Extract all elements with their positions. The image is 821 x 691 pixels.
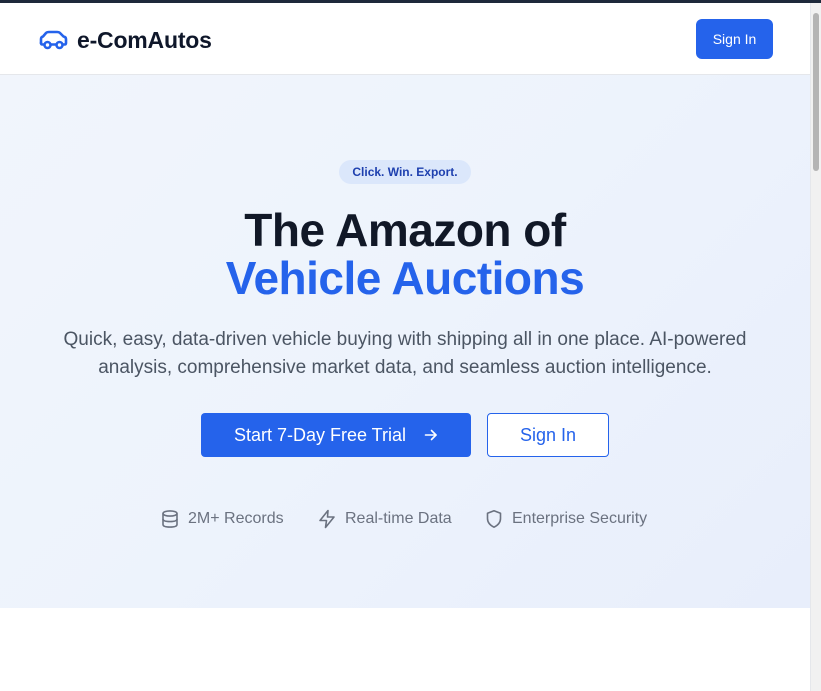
database-icon: [162, 510, 178, 528]
brand-name: e-ComAutos: [77, 26, 212, 53]
headline-line-2: Vehicle Auctions: [225, 252, 585, 304]
lightning-icon: [319, 509, 335, 529]
feature-security: Enterprise Security: [484, 508, 647, 530]
feature-realtime-label: Real-time Data: [345, 510, 452, 527]
feature-records: 2M+ Records: [160, 508, 284, 530]
hero-section: Click. Win. Export. The Amazon of Vehicl…: [0, 75, 810, 608]
page: e-ComAutos Sign In Click. Win. Export. T…: [0, 3, 810, 691]
car-icon: [39, 30, 68, 50]
navbar: e-ComAutos Sign In: [0, 3, 810, 75]
feature-records-label: 2M+ Records: [188, 510, 284, 527]
feature-list: 2M+ Records Real-time Data Enterprise Se…: [0, 508, 810, 530]
feature-realtime: Real-time Data: [317, 508, 452, 530]
subtitle-line-1: Quick, easy, data-driven vehicle buying …: [63, 329, 747, 350]
start-free-trial-label: Start 7-Day Free Trial: [233, 424, 407, 445]
subtitle-line-2: analysis, comprehensive market data, and…: [98, 357, 712, 378]
shield-icon: [486, 510, 502, 528]
arrow-right-icon: [424, 429, 437, 441]
vertical-scrollbar[interactable]: [810, 3, 821, 691]
hero-subtitle: Quick, easy, data-driven vehicle buying …: [40, 326, 770, 382]
brand-logo[interactable]: e-ComAutos: [38, 25, 212, 55]
scrollbar-thumb[interactable]: [813, 13, 819, 171]
nav-sign-in-button[interactable]: Sign In: [696, 19, 773, 59]
feature-security-label: Enterprise Security: [512, 510, 648, 527]
tagline-badge: Click. Win. Export.: [339, 160, 471, 184]
hero-sign-in-button[interactable]: Sign In: [487, 413, 609, 457]
start-free-trial-button[interactable]: Start 7-Day Free Trial: [201, 413, 471, 457]
